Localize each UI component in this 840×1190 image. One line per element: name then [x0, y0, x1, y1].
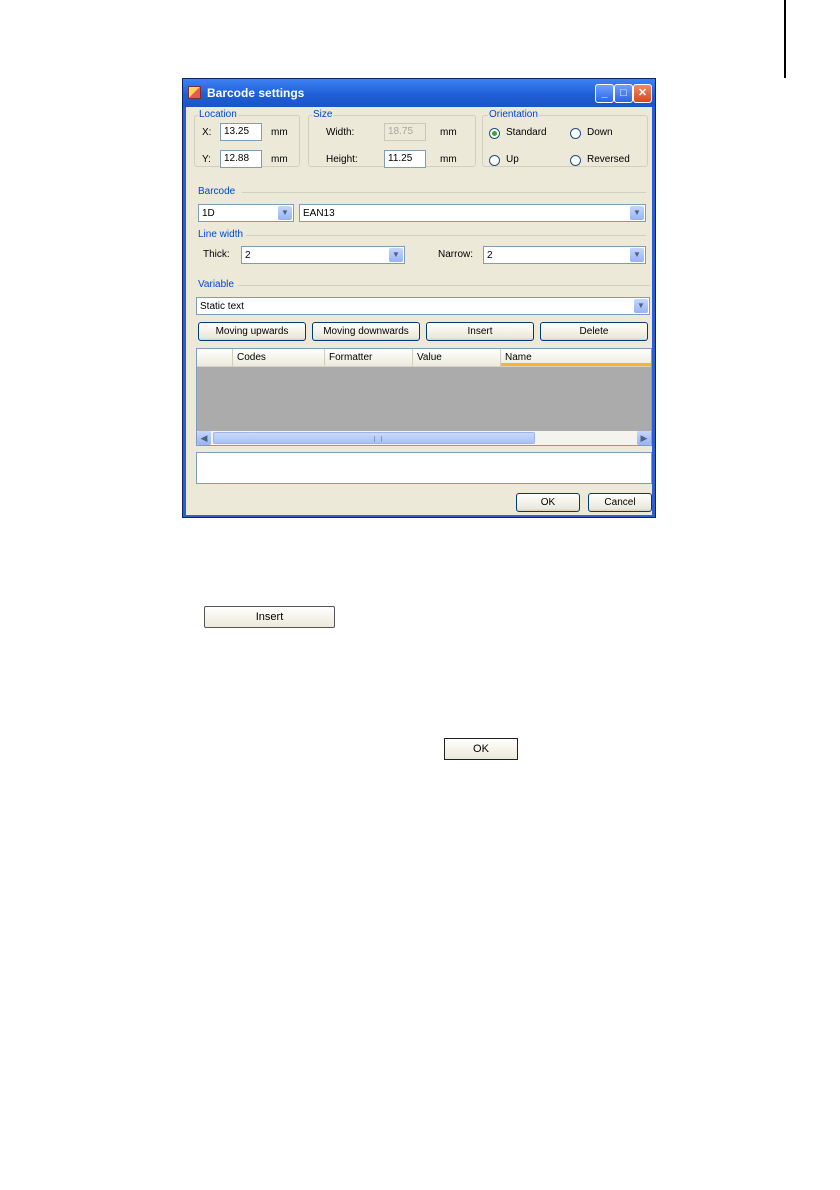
close-button[interactable]: ✕ [633, 84, 652, 103]
grid-header-value[interactable]: Value [413, 349, 501, 366]
variable-type-select[interactable]: Static text ▼ [196, 297, 650, 315]
width-unit: mm [440, 127, 457, 138]
scroll-left-icon[interactable]: ◀ [197, 431, 211, 445]
grid-header-name[interactable]: Name [501, 349, 651, 366]
page-margin-line [784, 0, 786, 78]
ok-button[interactable]: OK [516, 493, 580, 512]
scrollbar-grip [374, 436, 382, 442]
barcode-settings-dialog: Barcode settings _ □ ✕ Location X: 13.25… [182, 78, 656, 518]
height-label: Height: [326, 154, 358, 165]
orientation-reversed-label[interactable]: Reversed [587, 154, 630, 165]
chevron-down-icon[interactable]: ▼ [630, 206, 644, 220]
variable-type-value: Static text [200, 301, 244, 312]
chevron-down-icon[interactable]: ▼ [389, 248, 403, 262]
thick-select[interactable]: 2 ▼ [241, 246, 405, 264]
orientation-up-radio[interactable] [489, 155, 500, 166]
orientation-reversed-radio[interactable] [570, 155, 581, 166]
window-title: Barcode settings [207, 86, 305, 100]
title-bar[interactable]: Barcode settings _ □ ✕ [183, 79, 655, 107]
orientation-down-radio[interactable] [570, 128, 581, 139]
x-unit: mm [271, 127, 288, 138]
grid-header-row-selector [197, 349, 233, 366]
minimize-button[interactable]: _ [595, 84, 614, 103]
x-label: X: [202, 127, 212, 138]
moving-downwards-button[interactable]: Moving downwards [312, 322, 420, 341]
scroll-right-icon[interactable]: ▶ [637, 431, 651, 445]
grid-header-codes[interactable]: Codes [233, 349, 325, 366]
line-width-group-line [246, 235, 646, 236]
insert-button-illustration: Insert [204, 606, 335, 628]
chevron-down-icon[interactable]: ▼ [634, 299, 648, 313]
description-textarea[interactable] [196, 452, 652, 484]
y-input[interactable]: 12.88 [220, 150, 262, 168]
orientation-down-label[interactable]: Down [587, 127, 613, 138]
horizontal-scrollbar[interactable]: ◀ ▶ [197, 431, 651, 445]
thick-label: Thick: [203, 249, 230, 260]
grid-header: Codes Formatter Value Name [197, 349, 651, 367]
barcode-dimension-value: 1D [202, 208, 215, 219]
variable-group-line [238, 285, 650, 286]
thick-value: 2 [245, 250, 251, 261]
scrollbar-thumb[interactable] [213, 432, 535, 444]
cancel-button[interactable]: Cancel [588, 493, 652, 512]
chevron-down-icon[interactable]: ▼ [278, 206, 292, 220]
barcode-dimension-select[interactable]: 1D ▼ [198, 204, 294, 222]
location-group-label: Location [198, 109, 238, 120]
barcode-type-value: EAN13 [303, 208, 335, 219]
width-label: Width: [326, 127, 355, 138]
narrow-select[interactable]: 2 ▼ [483, 246, 646, 264]
orientation-standard-label[interactable]: Standard [506, 127, 547, 138]
variable-group-label: Variable [198, 279, 234, 290]
barcode-type-select[interactable]: EAN13 ▼ [299, 204, 646, 222]
variables-grid[interactable]: Codes Formatter Value Name ◀ ▶ [196, 348, 652, 446]
x-input[interactable]: 13.25 [220, 123, 262, 141]
chevron-down-icon[interactable]: ▼ [630, 248, 644, 262]
line-width-group-label: Line width [198, 229, 244, 240]
grid-header-formatter[interactable]: Formatter [325, 349, 413, 366]
delete-button[interactable]: Delete [540, 322, 648, 341]
dialog-client-area: Location X: 13.25 mm Y: 12.88 mm Size Wi… [186, 107, 652, 515]
orientation-up-label[interactable]: Up [506, 154, 519, 165]
height-unit: mm [440, 154, 457, 165]
maximize-button[interactable]: □ [614, 84, 633, 103]
insert-button[interactable]: Insert [426, 322, 534, 341]
moving-upwards-button[interactable]: Moving upwards [198, 322, 306, 341]
barcode-group-line [242, 192, 646, 193]
narrow-label: Narrow: [438, 249, 474, 260]
y-unit: mm [271, 154, 288, 165]
width-input: 18.75 [384, 123, 426, 141]
y-label: Y: [202, 154, 211, 165]
orientation-standard-radio[interactable] [489, 128, 500, 139]
orientation-group-label: Orientation [488, 109, 539, 120]
narrow-value: 2 [487, 250, 493, 261]
size-group-label: Size [312, 109, 334, 120]
height-input[interactable]: 11.25 [384, 150, 426, 168]
ok-button-illustration: OK [444, 738, 518, 760]
app-icon [188, 86, 201, 99]
barcode-group-label: Barcode [198, 186, 236, 197]
